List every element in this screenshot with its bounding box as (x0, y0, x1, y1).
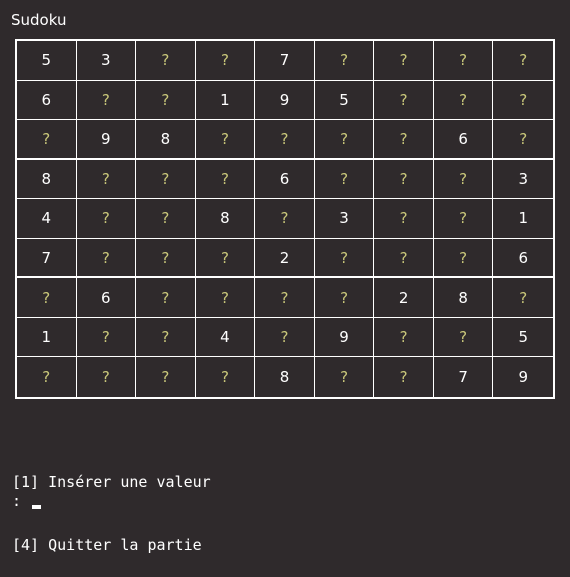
sudoku-cell: ? (136, 41, 196, 81)
sudoku-cell: 5 (314, 80, 375, 121)
sudoku-cell: ? (17, 278, 77, 318)
sudoku-cell: 8 (136, 120, 196, 160)
window-title: Sudoku (11, 11, 67, 29)
sudoku-cell: ? (374, 159, 434, 200)
sudoku-cell: 4 (17, 199, 77, 239)
sudoku-cell: ? (136, 317, 196, 358)
sudoku-cell: ? (314, 41, 375, 81)
sudoku-cell: 3 (76, 41, 137, 81)
sudoku-cell: ? (136, 278, 196, 318)
sudoku-cell: 2 (255, 238, 315, 279)
sudoku-cell: 6 (17, 80, 77, 121)
sudoku-cell: 9 (76, 120, 137, 160)
sudoku-cell: ? (195, 159, 256, 200)
sudoku-cell: 1 (493, 199, 553, 239)
sudoku-cell: 8 (17, 159, 77, 200)
sudoku-cell: ? (136, 159, 196, 200)
sudoku-cell: 6 (76, 278, 137, 318)
sudoku-cell: ? (374, 41, 434, 81)
sudoku-cell: 3 (314, 199, 375, 239)
sudoku-cell: 3 (493, 160, 553, 200)
sudoku-cell: ? (433, 238, 494, 279)
sudoku-cell: ? (17, 120, 77, 160)
sudoku-cell: ? (315, 357, 375, 397)
sudoku-cell: ? (493, 81, 553, 121)
sudoku-cell: ? (493, 278, 553, 318)
sudoku-cell: ? (77, 357, 137, 397)
sudoku-cell: 9 (255, 80, 315, 121)
sudoku-cell: 2 (374, 278, 434, 318)
sudoku-cell: ? (433, 317, 494, 358)
sudoku-cell: ? (195, 120, 256, 160)
sudoku-cell: 8 (433, 278, 494, 318)
sudoku-cell: ? (195, 41, 256, 81)
input-prompt: : (12, 492, 22, 510)
sudoku-cell: 5 (493, 318, 553, 358)
text-cursor[interactable] (32, 505, 41, 509)
sudoku-cell: ? (314, 120, 375, 160)
sudoku-cell: ? (314, 278, 375, 318)
sudoku-cell: 6 (255, 159, 315, 200)
sudoku-cell: 8 (255, 357, 315, 397)
sudoku-cell: ? (136, 80, 196, 121)
sudoku-cell: ? (493, 120, 553, 160)
sudoku-cell: 4 (195, 317, 256, 358)
sudoku-cell: ? (374, 317, 434, 358)
sudoku-cell: ? (17, 357, 77, 397)
sudoku-cell: ? (76, 159, 137, 200)
sudoku-cell: ? (433, 199, 494, 239)
sudoku-cell: 8 (195, 199, 256, 239)
sudoku-cell: ? (136, 238, 196, 279)
menu-option-insert[interactable]: [1] Insérer une valeur (12, 472, 211, 493)
sudoku-cell: 7 (434, 357, 494, 397)
sudoku-cell: ? (196, 357, 256, 397)
sudoku-cell: ? (374, 120, 434, 160)
sudoku-cell: 7 (255, 41, 315, 81)
sudoku-cell: ? (76, 199, 137, 239)
sudoku-cell: 9 (518, 368, 528, 387)
sudoku-cell: ? (76, 80, 137, 121)
sudoku-cell: ? (76, 317, 137, 358)
sudoku-cell: ? (255, 120, 315, 160)
sudoku-cell: ? (374, 357, 434, 397)
sudoku-cell: ? (433, 159, 494, 200)
sudoku-cell: ? (433, 41, 494, 81)
sudoku-cell: ? (255, 199, 315, 239)
sudoku-grid: 5 3?? 7???? 6?? 1 9 5???? 9 8???? 6? 8??? 6??? 3 4?? 8… (15, 39, 555, 399)
sudoku-cell: ? (136, 199, 196, 239)
sudoku-cell: ? (374, 80, 434, 121)
sudoku-cell: ? (314, 238, 375, 279)
sudoku-cell: ? (136, 357, 196, 397)
sudoku-cell: 6 (433, 120, 494, 160)
sudoku-cell: 1 (17, 317, 77, 358)
sudoku-cell: ? (374, 199, 434, 239)
sudoku-cell: ? (255, 317, 315, 358)
sudoku-cell: ? (195, 278, 256, 318)
sudoku-cell: 6 (493, 239, 553, 279)
sudoku-cell: ? (433, 80, 494, 121)
sudoku-cell: ? (195, 238, 256, 279)
sudoku-cell: ? (76, 238, 137, 279)
sudoku-cell: ? (255, 278, 315, 318)
menu-options: [1] Insérer une valeur [4] Quitter la pa… (12, 430, 211, 577)
sudoku-cell: 9 (314, 317, 375, 358)
sudoku-cell: ? (493, 41, 553, 81)
sudoku-cell: 5 (17, 41, 77, 81)
sudoku-cell: 7 (17, 238, 77, 279)
menu-option-quit[interactable]: [4] Quitter la partie (12, 535, 211, 556)
sudoku-cell: ? (374, 238, 434, 279)
sudoku-cell: 1 (195, 80, 256, 121)
sudoku-cell: ? (314, 159, 375, 200)
